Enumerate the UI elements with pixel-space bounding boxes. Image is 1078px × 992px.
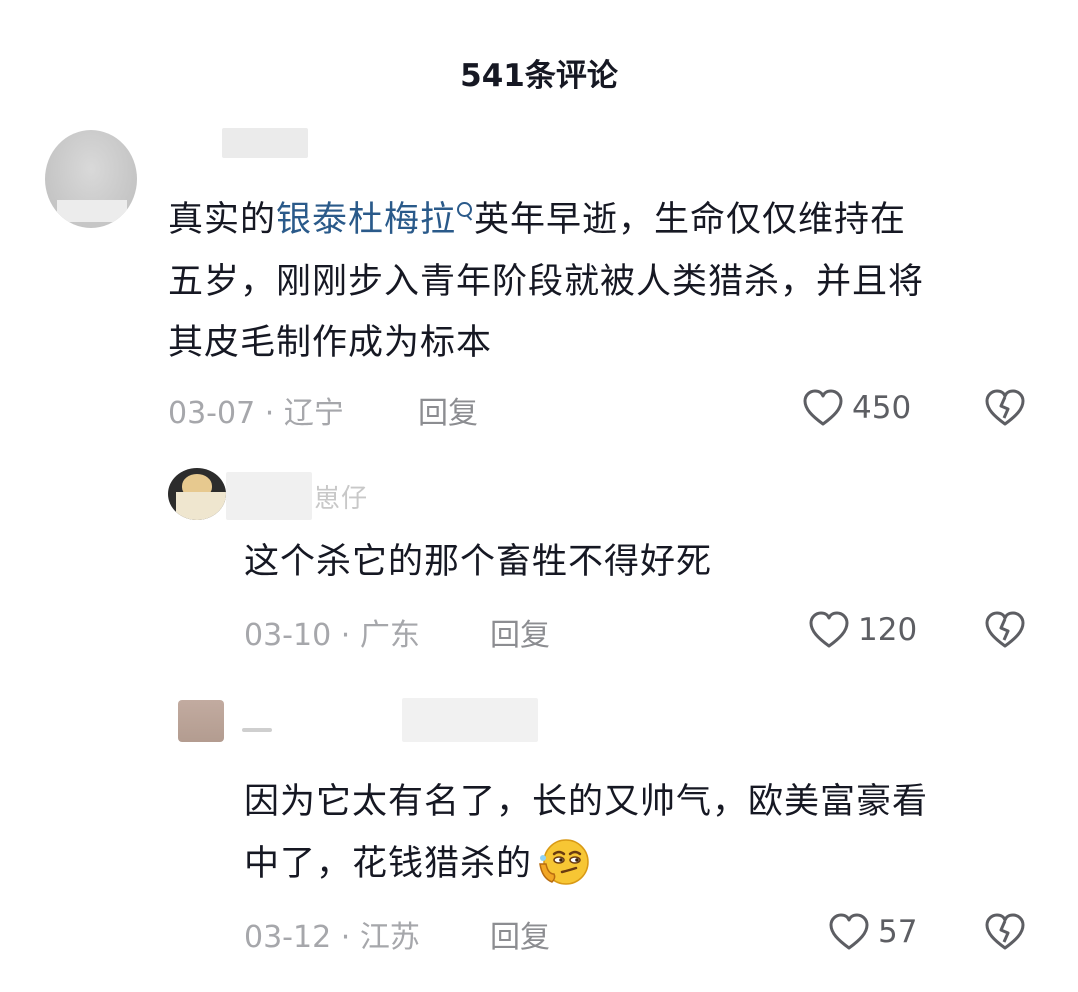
comment-date: 03-07 — [168, 396, 256, 431]
reply-location: 江苏 — [359, 920, 420, 955]
reply-date: 03-12 — [244, 920, 332, 955]
reply-text-segment: 中了，花钱猎杀的 — [244, 844, 533, 884]
comment-text-line: 五岁，刚刚步入青年阶段就被人类猎杀，并且将 — [168, 262, 925, 302]
separator-dot: · — [340, 618, 351, 653]
like-count: 57 — [878, 914, 918, 950]
username-fragment[interactable]: 崽仔 — [314, 478, 368, 515]
thinking-smirk-emoji — [539, 839, 589, 885]
comment-text-line: 其皮毛制作成为标本 — [168, 323, 493, 363]
username-redacted[interactable] — [402, 698, 538, 742]
comment-text: 真实的银泰杜梅拉 英年早逝，生命仅仅维持在 — [168, 190, 906, 251]
heart-icon — [829, 913, 869, 950]
reply-button[interactable]: 回复 — [490, 610, 550, 654]
separator-dot: · — [264, 396, 275, 431]
comment-text-segment: 真实的 — [168, 200, 277, 240]
like-button[interactable]: 450 — [802, 388, 911, 428]
comment-meta: 03-07 · 辽宁 — [168, 388, 344, 432]
reply-button[interactable]: 回复 — [418, 388, 478, 432]
reply-button[interactable]: 回复 — [490, 912, 550, 956]
broken-heart-icon[interactable] — [984, 912, 1026, 952]
avatar[interactable] — [45, 130, 137, 228]
comment-location: 辽宁 — [283, 396, 344, 431]
reply-date: 03-10 — [244, 618, 332, 653]
reply-meta: 03-12 · 江苏 — [244, 912, 420, 956]
heart-icon — [809, 611, 849, 648]
broken-heart-icon[interactable] — [984, 388, 1026, 428]
reply-text-line: 因为它太有名了，长的又帅气，欧美富豪看 — [244, 782, 929, 822]
username-redacted[interactable] — [226, 472, 312, 520]
reply-text: 中了，花钱猎杀的 — [244, 834, 590, 895]
comments-count-title: 541条评论 — [460, 58, 618, 94]
like-count: 120 — [858, 612, 918, 648]
heart-icon — [803, 389, 843, 426]
search-icon — [456, 202, 474, 226]
username-redacted[interactable] — [222, 128, 308, 158]
like-count: 450 — [852, 390, 912, 426]
reply-meta: 03-10 · 广东 — [244, 610, 420, 654]
username-redacted[interactable] — [242, 728, 272, 732]
reply-location: 广东 — [359, 618, 420, 653]
avatar[interactable] — [178, 700, 224, 742]
topic-link[interactable]: 银泰杜梅拉 — [276, 200, 474, 240]
topic-link-label: 银泰杜梅拉 — [276, 200, 457, 240]
like-button[interactable]: 120 — [808, 610, 917, 650]
comment-text-segment: 英年早逝，生命仅仅维持在 — [474, 200, 907, 240]
broken-heart-icon[interactable] — [984, 610, 1026, 650]
like-button[interactable]: 57 — [828, 912, 917, 952]
separator-dot: · — [340, 920, 351, 955]
reply-text: 这个杀它的那个畜牲不得好死 — [244, 542, 713, 582]
avatar[interactable] — [168, 468, 226, 520]
